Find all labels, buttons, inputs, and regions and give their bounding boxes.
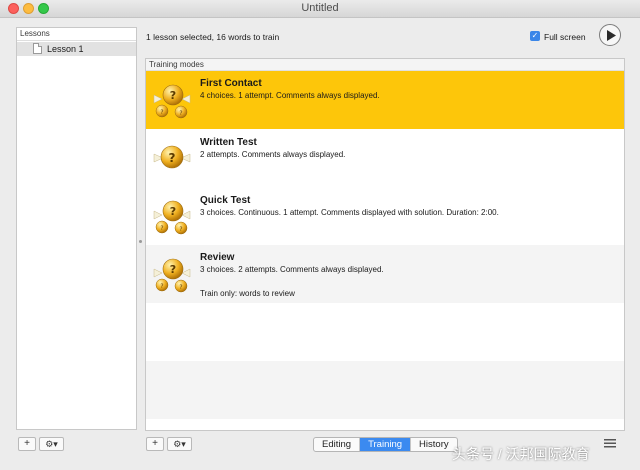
document-icon xyxy=(33,43,42,54)
lesson-item[interactable]: Lesson 1 xyxy=(17,42,136,56)
full-screen-label[interactable]: Full screen xyxy=(544,32,586,42)
mode-gear-menu-button[interactable]: ⚙▾ xyxy=(167,437,192,451)
svg-text:?: ? xyxy=(170,263,176,276)
selection-status: 1 lesson selected, 16 words to train xyxy=(146,32,280,42)
lessons-header: Lessons xyxy=(17,28,136,41)
svg-text:?: ? xyxy=(170,89,176,102)
add-lesson-button[interactable]: + xyxy=(18,437,36,451)
mode-description: 4 choices. 1 attempt. Comments always di… xyxy=(200,91,380,100)
svg-text:?: ? xyxy=(160,225,163,232)
written-test-icon: ? xyxy=(153,145,191,169)
svg-text:?: ? xyxy=(170,205,176,218)
add-mode-button[interactable]: + xyxy=(146,437,164,451)
app-window: Untitled Lessons Lesson 1 + ⚙▾ 1 lesson … xyxy=(0,0,640,470)
lesson-item-label: Lesson 1 xyxy=(47,44,84,54)
svg-text:?: ? xyxy=(179,226,182,233)
view-switcher: Editing Training History xyxy=(313,437,458,452)
full-screen-checkbox[interactable]: ✓ xyxy=(530,31,540,41)
mode-row-first-contact[interactable]: ? ? ? First Contact 4 choices. 1 attempt… xyxy=(146,71,624,129)
tab-training[interactable]: Training xyxy=(360,438,412,451)
watermark: 头条号 / 沃邦国际教育 xyxy=(452,446,590,462)
first-contact-icon: ? ? ? xyxy=(153,84,191,119)
window-title: Untitled xyxy=(301,2,339,14)
empty-row xyxy=(146,361,624,419)
mode-name: Quick Test xyxy=(200,195,251,206)
svg-text:?: ? xyxy=(179,110,182,117)
mode-row-quick-test[interactable]: ? ? ? Quick Test 3 choices. Continuous. … xyxy=(146,187,624,245)
review-icon: ? ? ? xyxy=(153,258,191,293)
quick-test-icon: ? ? ? xyxy=(153,200,191,235)
mode-name: First Contact xyxy=(200,78,262,89)
mode-note: Train only: words to review xyxy=(200,289,295,298)
mode-name: Written Test xyxy=(200,137,257,148)
mode-row-review[interactable]: ? ? ? Review 3 choices. 2 attempts. Comm… xyxy=(146,245,624,303)
title-bar: Untitled xyxy=(0,0,640,18)
play-icon xyxy=(607,30,616,41)
start-training-button[interactable] xyxy=(599,24,621,46)
tab-editing[interactable]: Editing xyxy=(314,438,361,451)
svg-text:?: ? xyxy=(179,284,182,291)
list-view-icon[interactable] xyxy=(600,436,620,451)
svg-text:?: ? xyxy=(160,283,163,290)
mode-description: 3 choices. 2 attempts. Comments always d… xyxy=(200,265,384,274)
mode-description: 3 choices. Continuous. 1 attempt. Commen… xyxy=(200,208,499,217)
training-modes-header: Training modes xyxy=(146,59,624,71)
empty-row xyxy=(146,303,624,361)
split-view-divider-handle[interactable] xyxy=(139,240,142,243)
svg-text:?: ? xyxy=(160,109,163,116)
lessons-list[interactable]: Lessons Lesson 1 xyxy=(16,27,137,430)
training-modes-panel: Training modes ? ? ? First Contact 4 cho… xyxy=(145,58,625,431)
lesson-gear-menu-button[interactable]: ⚙▾ xyxy=(39,437,64,451)
tab-history[interactable]: History xyxy=(411,438,457,451)
mode-row-written-test[interactable]: ? Written Test 2 attempts. Comments alwa… xyxy=(146,129,624,187)
mode-description: 2 attempts. Comments always displayed. xyxy=(200,150,346,159)
mode-name: Review xyxy=(200,252,235,263)
svg-text:?: ? xyxy=(169,151,176,165)
